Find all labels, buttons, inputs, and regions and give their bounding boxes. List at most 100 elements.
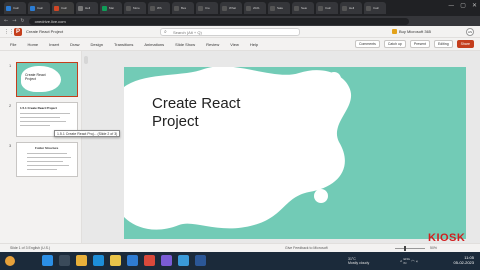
catch-up-button[interactable]: Catch up — [383, 40, 406, 48]
browser-tab[interactable]: Hell — [76, 2, 98, 14]
vscode-icon[interactable] — [127, 255, 138, 266]
address-bar: ← → ↻ onedrive.live.com — [0, 16, 480, 26]
tab-favicon-icon — [342, 5, 347, 11]
tab-favicon-icon — [246, 5, 251, 11]
tab-favicon-icon — [222, 5, 227, 11]
zoom-slider-handle[interactable] — [404, 246, 406, 251]
thumbnail-3-text-line — [27, 157, 71, 158]
tab-favicon-icon — [54, 5, 59, 11]
search-icon[interactable] — [59, 255, 70, 266]
comments-button[interactable]: Comments — [354, 40, 380, 48]
tab-title: Hell — [85, 6, 91, 10]
browser-tab[interactable]: 2021 — [244, 2, 266, 14]
thumbnail-3-text-line — [27, 161, 63, 162]
diamond-icon — [392, 29, 397, 34]
edge-icon[interactable] — [93, 255, 104, 266]
browser-tab[interactable]: Sale — [268, 2, 290, 14]
thumbnail-2-text-line — [20, 121, 66, 122]
files-icon[interactable] — [110, 255, 121, 266]
document-title[interactable]: Create React Project — [26, 29, 116, 34]
tab-title: Sear — [301, 6, 308, 10]
browser-tab[interactable]: Calc — [364, 2, 386, 14]
volume-icon[interactable]: ◖ — [416, 259, 418, 264]
store-icon[interactable] — [178, 255, 189, 266]
taskbar-clock[interactable]: 11:05 05-02-2023 — [454, 255, 474, 265]
slide-thumbnail-1[interactable]: Create React Project — [16, 62, 78, 97]
browser-tab[interactable]: Calc — [316, 2, 338, 14]
tab-insert[interactable]: Insert — [49, 42, 59, 47]
tab-title: 2021 — [253, 6, 260, 10]
browser-tab[interactable]: What — [220, 2, 242, 14]
tab-favicon-icon — [270, 5, 275, 11]
browser-tab[interactable]: Calc — [4, 2, 26, 14]
tab-title: Hell — [349, 6, 355, 10]
reload-icon[interactable]: ↻ — [20, 18, 24, 24]
tab-title: Mai — [109, 6, 114, 10]
weather-widget[interactable]: 31°C Mostly cloudy — [348, 257, 369, 265]
app-icon[interactable] — [161, 255, 172, 266]
tab-home[interactable]: Home — [27, 42, 38, 47]
weather-icon[interactable] — [5, 256, 15, 266]
clock-date: 05-02-2023 — [453, 260, 474, 265]
minimize-button[interactable]: — — [448, 2, 454, 9]
close-button[interactable]: ✕ — [472, 2, 477, 9]
tab-favicon-icon — [318, 5, 323, 11]
system-tray[interactable]: ˄ ENG IN ◠ ◖ — [400, 257, 418, 265]
current-slide[interactable]: Create React Project — [124, 67, 466, 239]
slide-thumbnail-3[interactable]: Folder Structure — [16, 142, 78, 177]
tab-animations[interactable]: Animations — [144, 42, 164, 47]
tab-help[interactable]: Help — [250, 42, 258, 47]
maximize-button[interactable]: ▢ — [460, 2, 466, 9]
chrome-icon-2[interactable] — [144, 255, 155, 266]
tab-file[interactable]: File — [10, 42, 16, 47]
tab-review[interactable]: Review — [206, 42, 219, 47]
tab-title: Calc — [61, 6, 68, 10]
browser-tab[interactable]: Hell — [340, 2, 362, 14]
app-launcher-icon[interactable]: ⋮⋮ — [4, 29, 14, 35]
browser-tab[interactable]: Cre — [196, 2, 218, 14]
browser-tab[interactable]: Wh — [148, 2, 170, 14]
wifi-icon[interactable]: ◠ — [411, 259, 415, 264]
share-button[interactable]: Share — [456, 40, 474, 48]
feedback-link[interactable]: Give Feedback to Microsoft — [285, 246, 328, 250]
editing-mode-button[interactable]: Editing — [433, 40, 453, 48]
buy-microsoft-link[interactable]: Buy Microsoft 365 — [392, 29, 431, 34]
browser-tab[interactable]: Sear — [292, 2, 314, 14]
zoom-slider[interactable] — [395, 248, 425, 249]
thumbnail-3-title: Folder Structure — [35, 146, 59, 150]
chevron-up-icon[interactable]: ˄ — [400, 259, 402, 264]
tab-slide-show[interactable]: Slide Show — [175, 42, 195, 47]
browser-tab[interactable]: Bes — [172, 2, 194, 14]
thumbnail-scrollbar[interactable] — [84, 56, 88, 64]
browser-tab[interactable]: More — [124, 2, 146, 14]
thumbnail-2-text-line — [20, 113, 70, 114]
avatar[interactable]: AS — [466, 28, 474, 36]
tab-favicon-icon — [198, 5, 203, 11]
thumbnail-2-text-line — [20, 117, 60, 118]
forward-icon[interactable]: → — [12, 18, 16, 24]
url-field[interactable]: onedrive.live.com — [28, 17, 409, 25]
slide-blob-decoration — [124, 67, 351, 230]
tab-transitions[interactable]: Transitions — [114, 42, 133, 47]
back-icon[interactable]: ← — [4, 18, 8, 24]
browser-tab[interactable]: Mai — [100, 2, 122, 14]
windows-icon[interactable] — [42, 255, 53, 266]
slide-title[interactable]: Create React Project — [152, 95, 240, 131]
tab-view[interactable]: View — [230, 42, 239, 47]
taskbar-apps — [42, 255, 206, 266]
zoom-level[interactable]: 50% — [430, 246, 437, 250]
language-indicator[interactable]: ENG IN — [403, 257, 410, 265]
present-button[interactable]: Present — [409, 40, 430, 48]
tab-draw[interactable]: Draw — [70, 42, 79, 47]
tab-favicon-icon — [126, 5, 131, 11]
tab-favicon-icon — [174, 5, 179, 11]
chrome-icon[interactable] — [76, 255, 87, 266]
tab-design[interactable]: Design — [90, 42, 102, 47]
browser-tab[interactable]: Calc — [52, 2, 74, 14]
tab-title: More — [133, 6, 140, 10]
word-icon[interactable] — [195, 255, 206, 266]
search-box[interactable]: ⌕ Search (Alt + Q) — [160, 28, 300, 36]
search-icon: ⌕ — [164, 29, 167, 35]
browser-tab[interactable]: Calc — [28, 2, 50, 14]
thumbnail-3-text-line — [27, 165, 69, 166]
